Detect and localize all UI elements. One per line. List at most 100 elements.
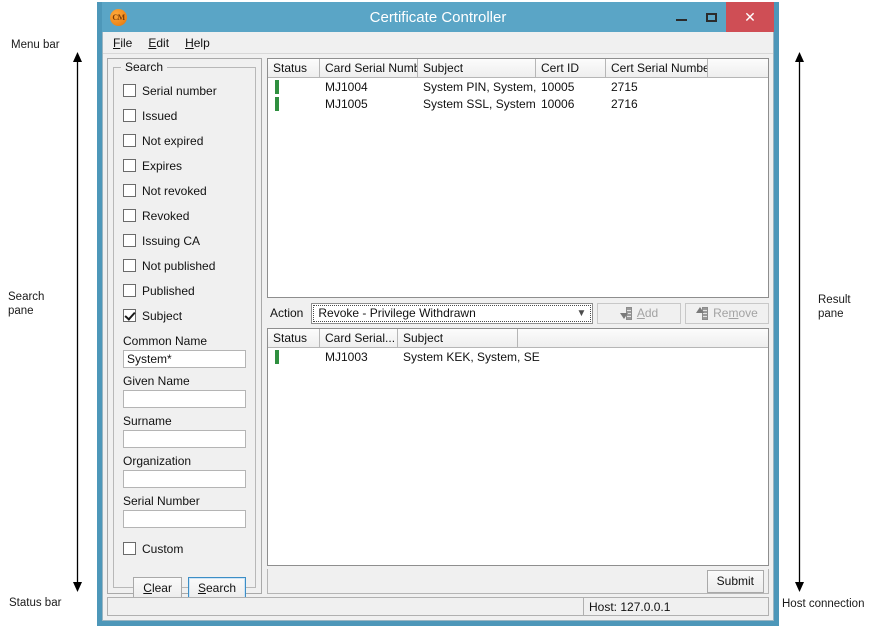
checkbox-expires-box[interactable] — [123, 159, 136, 172]
certificate-results-table[interactable]: Status Card Serial Number Subject Cert I… — [267, 58, 769, 298]
menu-bar: File Edit Help — [103, 32, 773, 54]
action-dropdown[interactable]: Revoke - Privilege Withdrawn ▼ — [311, 303, 593, 324]
menu-edit-rest: dit — [156, 36, 169, 50]
checkbox-subject[interactable]: Subject — [123, 303, 246, 328]
annotation-search-pane-line2: pane — [8, 304, 44, 318]
cell-status — [268, 350, 320, 364]
search-group-title: Search — [121, 60, 167, 74]
title-bar[interactable]: CM Certificate Controller ✕ — [102, 2, 774, 32]
checkbox-expires[interactable]: Expires — [123, 153, 246, 178]
remove-button[interactable]: Remove — [685, 303, 769, 324]
submit-button[interactable]: Submit — [707, 570, 764, 593]
result-pane: Status Card Serial Number Subject Cert I… — [267, 58, 769, 594]
checkbox-custom[interactable]: Custom — [123, 536, 246, 561]
menu-file-rest: ile — [120, 36, 132, 50]
table-row[interactable]: MJ1005 System SSL, System, SE 10006 2716 — [268, 95, 768, 112]
column-header-subject-lower[interactable]: Subject — [398, 329, 518, 348]
label-serial-number: Serial Number — [123, 494, 246, 508]
close-button[interactable]: ✕ — [726, 2, 774, 32]
cell-subject: System SSL, System, SE — [418, 97, 536, 111]
checkbox-custom-label: Custom — [142, 542, 183, 556]
checkbox-not-expired[interactable]: Not expired — [123, 128, 246, 153]
annotation-search-pane-line1: Search — [8, 290, 44, 304]
column-header-cert-id[interactable]: Cert ID — [536, 59, 606, 78]
screenshot-root: Menu bar Search pane Status bar Result p… — [0, 0, 890, 630]
checkbox-not-revoked[interactable]: Not revoked — [123, 178, 246, 203]
checkbox-serial-number[interactable]: Serial number — [123, 78, 246, 103]
checkbox-issuing-ca[interactable]: Issuing CA — [123, 228, 246, 253]
checkbox-serial-number-box[interactable] — [123, 84, 136, 97]
checkbox-issued-box[interactable] — [123, 109, 136, 122]
checkbox-subject-box[interactable] — [123, 309, 136, 322]
minimize-button[interactable] — [666, 2, 696, 32]
menu-item-file[interactable]: File — [111, 35, 134, 51]
clear-button-mnemonic: C — [143, 581, 152, 595]
checkbox-not-expired-label: Not expired — [142, 134, 203, 148]
checkbox-issued-label: Issued — [142, 109, 177, 123]
cell-cert-id: 10005 — [536, 80, 606, 94]
checkbox-subject-label: Subject — [142, 309, 182, 323]
column-header-status-lower[interactable]: Status — [268, 329, 320, 348]
cell-card-serial: MJ1005 — [320, 97, 418, 111]
column-header-card-serial-number[interactable]: Card Serial Number — [320, 59, 418, 78]
annotation-result-pane-line2: pane — [818, 307, 851, 321]
left-range-arrow — [72, 52, 83, 592]
checkbox-not-published[interactable]: Not published — [123, 253, 246, 278]
table-row[interactable]: MJ1004 System PIN, System, SE 10005 2715 — [268, 78, 768, 95]
checkbox-not-expired-box[interactable] — [123, 134, 136, 147]
input-serial-number[interactable] — [123, 510, 246, 528]
annotation-menu-bar: Menu bar — [11, 38, 60, 52]
remove-icon — [696, 307, 708, 320]
checkbox-not-published-box[interactable] — [123, 259, 136, 272]
cell-card-serial: MJ1003 — [320, 350, 398, 364]
checkbox-issued[interactable]: Issued — [123, 103, 246, 128]
checkbox-published-label: Published — [142, 284, 195, 298]
checkbox-revoked[interactable]: Revoked — [123, 203, 246, 228]
application-window: CM Certificate Controller ✕ File — [97, 2, 779, 626]
cell-status — [268, 97, 320, 111]
status-bar: Host: 127.0.0.1 — [107, 597, 769, 616]
input-surname[interactable] — [123, 430, 246, 448]
label-given-name: Given Name — [123, 374, 246, 388]
status-bar-host: Host: 127.0.0.1 — [583, 598, 768, 615]
maximize-button[interactable] — [696, 2, 726, 32]
body-area: Search Serial number Issued — [107, 58, 769, 616]
checkbox-issuing-ca-label: Issuing CA — [142, 234, 200, 248]
checkbox-published-box[interactable] — [123, 284, 136, 297]
input-common-name[interactable]: System* — [123, 350, 246, 368]
checkbox-serial-number-label: Serial number — [142, 84, 217, 98]
menu-item-help[interactable]: Help — [183, 35, 212, 51]
right-range-arrow — [794, 52, 805, 592]
action-dropdown-value: Revoke - Privilege Withdrawn — [314, 306, 573, 320]
label-surname: Surname — [123, 414, 246, 428]
search-pane: Search Serial number Issued — [107, 58, 262, 594]
menu-help-mnemonic: H — [185, 36, 194, 50]
client-area: File Edit Help Search — [102, 32, 774, 621]
checkbox-custom-box[interactable] — [123, 542, 136, 555]
add-button-mnemonic: A — [637, 306, 645, 320]
remove-button-rest: ove — [738, 306, 757, 320]
add-button[interactable]: Add — [597, 303, 681, 324]
cell-cert-serial: 2716 — [606, 97, 708, 111]
column-header-card-serial-lower[interactable]: Card Serial... — [320, 329, 398, 348]
cell-subject: System PIN, System, SE — [418, 80, 536, 94]
column-header-subject[interactable]: Subject — [418, 59, 536, 78]
column-header-cert-serial-number[interactable]: Cert Serial Number — [606, 59, 708, 78]
search-button-rest: earch — [206, 581, 236, 595]
menu-item-edit[interactable]: Edit — [146, 35, 171, 51]
checkbox-revoked-box[interactable] — [123, 209, 136, 222]
table-row[interactable]: MJ1003 System KEK, System, SE — [268, 348, 768, 365]
input-given-name[interactable] — [123, 390, 246, 408]
chevron-down-icon[interactable]: ▼ — [573, 308, 590, 319]
checkbox-issuing-ca-box[interactable] — [123, 234, 136, 247]
checkbox-not-revoked-box[interactable] — [123, 184, 136, 197]
checkbox-published[interactable]: Published — [123, 278, 246, 303]
annotation-status-bar: Status bar — [9, 596, 61, 610]
label-organization: Organization — [123, 454, 246, 468]
cell-card-serial: MJ1004 — [320, 80, 418, 94]
input-organization[interactable] — [123, 470, 246, 488]
column-header-status[interactable]: Status — [268, 59, 320, 78]
column-header-filler — [708, 59, 768, 78]
checkbox-not-revoked-label: Not revoked — [142, 184, 207, 198]
selected-certificates-table[interactable]: Status Card Serial... Subject MJ1003 Sys… — [267, 328, 769, 566]
